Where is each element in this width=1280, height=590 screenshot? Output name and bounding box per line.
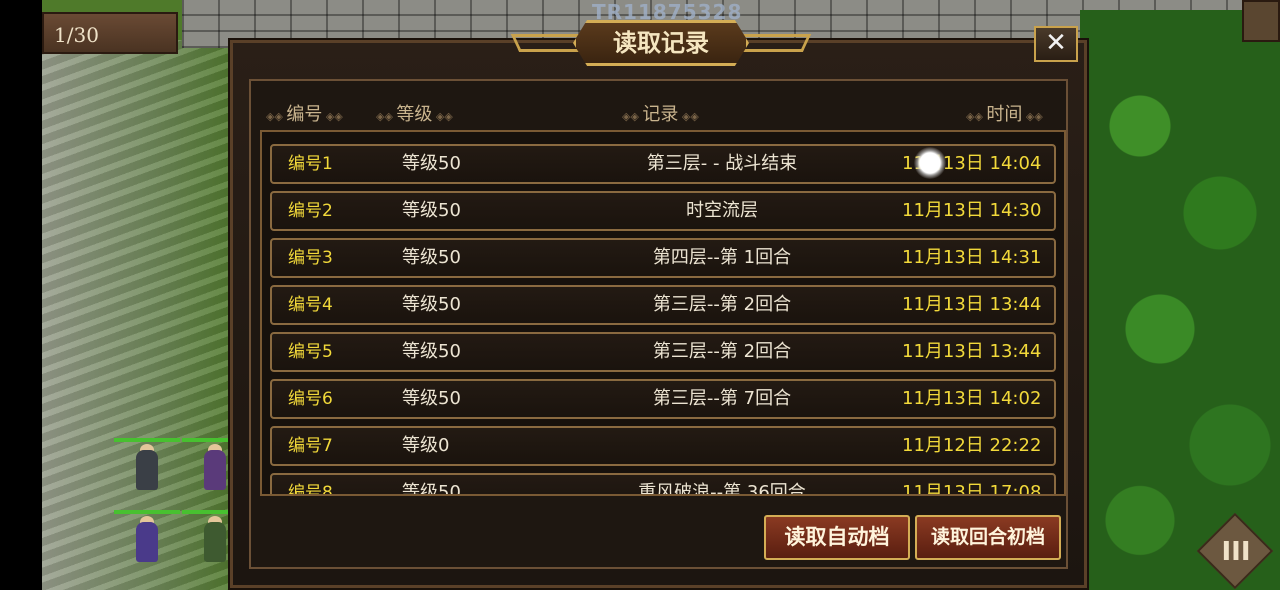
slot-level: 等级50: [402, 153, 461, 174]
save-slot-row[interactable]: 编号5 等级50 第三层--第 2回合 11月13日 13:44: [270, 332, 1056, 372]
turn-counter: 1/30: [42, 12, 178, 54]
slot-level: 等级50: [402, 341, 461, 362]
slot-level: 等级50: [402, 294, 461, 315]
load-auto-save-button[interactable]: 读取自动档: [764, 515, 910, 560]
unit-sprite[interactable]: [182, 438, 248, 496]
save-slot-row[interactable]: 编号6 等级50 第三层--第 7回合 11月13日 14:02: [270, 379, 1056, 419]
slot-record: 第三层--第 2回合: [652, 294, 792, 315]
dialog-title-plate: 读取记录: [510, 20, 812, 66]
screen-edge: [0, 0, 42, 590]
slot-id: 编号7: [288, 436, 333, 456]
slot-time: 11月13日 14:02: [902, 388, 1042, 409]
slot-record: 重风破浪--第 36回合: [638, 482, 806, 496]
slot-level: 等级50: [402, 482, 461, 496]
unit-sprite[interactable]: [182, 510, 248, 568]
slot-level: 等级50: [402, 388, 461, 409]
slot-record: 第四层--第 1回合: [652, 247, 792, 268]
slot-level: 等级50: [402, 200, 461, 221]
dialog-title: 读取记录: [573, 20, 749, 66]
rocky-cliff: [42, 40, 242, 590]
slot-record: 第三层--第 7回合: [652, 388, 792, 409]
forest: [1080, 10, 1280, 590]
top-right-menu-button[interactable]: [1242, 0, 1280, 42]
slot-id: 编号2: [288, 201, 333, 221]
header-id: ◈◈ 编号 ◈◈: [266, 104, 343, 125]
slot-record: 第三层- - 战斗结束: [646, 153, 798, 174]
save-slot-row[interactable]: 编号7 等级0 11月12日 22:22: [270, 426, 1056, 466]
slot-time: 11月13日 13:44: [902, 341, 1042, 362]
save-slot-row[interactable]: 编号3 等级50 第四层--第 1回合 11月13日 14:31: [270, 238, 1056, 278]
slot-id: 编号1: [288, 154, 333, 174]
slot-level: 等级50: [402, 247, 461, 268]
slot-time: 11月13日 14:31: [902, 247, 1042, 268]
slot-time: 11月13日 17:08: [902, 482, 1042, 496]
slot-record: 时空流层: [686, 200, 758, 221]
slot-id: 编号4: [288, 295, 333, 315]
slot-id: 编号8: [288, 483, 333, 496]
slot-time: 11月13日 13:44: [902, 294, 1042, 315]
close-icon: ✕: [1045, 28, 1067, 58]
slot-time: 11月12日 22:22: [902, 435, 1042, 456]
header-level: ◈◈ 等级 ◈◈: [376, 104, 453, 125]
slot-time: 11月13日 14:30: [902, 200, 1042, 221]
header-record: ◈◈ 记录 ◈◈: [622, 104, 699, 125]
hp-bar: [114, 438, 180, 442]
hp-bar: [114, 510, 180, 514]
menu-bars-icon: III: [1221, 537, 1251, 567]
touch-indicator: [914, 147, 946, 179]
unit-sprite[interactable]: [114, 438, 180, 496]
close-button[interactable]: ✕: [1034, 26, 1078, 62]
column-headers: ◈◈ 编号 ◈◈ ◈◈ 等级 ◈◈ ◈◈ 记录 ◈◈ ◈◈ 时间 ◈◈: [250, 100, 1070, 130]
slot-id: 编号5: [288, 342, 333, 362]
slot-id: 编号6: [288, 389, 333, 409]
unit-sprite[interactable]: [114, 510, 180, 568]
save-slot-row[interactable]: 编号4 等级50 第三层--第 2回合 11月13日 13:44: [270, 285, 1056, 325]
header-time: ◈◈ 时间 ◈◈: [966, 104, 1043, 125]
slot-level: 等级0: [402, 435, 450, 456]
save-slot-row[interactable]: 编号2 等级50 时空流层 11月13日 14:30: [270, 191, 1056, 231]
load-round-start-button[interactable]: 读取回合初档: [915, 515, 1061, 560]
slot-record: 第三层--第 2回合: [652, 341, 792, 362]
save-slot-row[interactable]: 编号8 等级50 重风破浪--第 36回合 11月13日 17:08: [270, 473, 1056, 496]
slot-id: 编号3: [288, 248, 333, 268]
save-record-list[interactable]: 编号1 等级50 第三层- - 战斗结束 11月13日 14:04 编号2 等级…: [260, 130, 1066, 496]
